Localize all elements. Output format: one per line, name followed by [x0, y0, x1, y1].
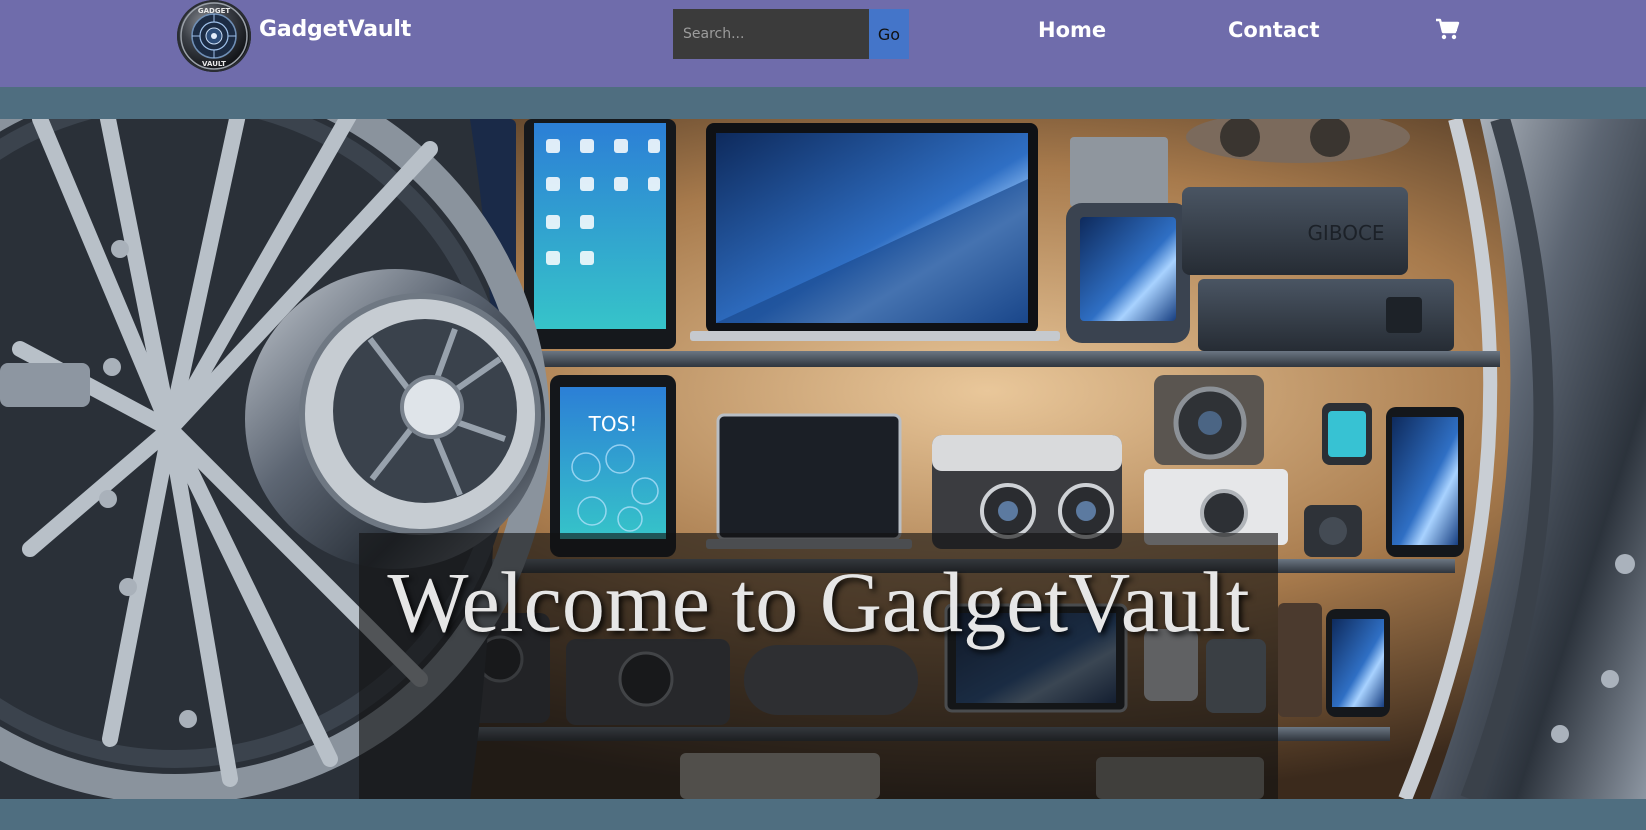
svg-text:GIBOCE: GIBOCE — [1307, 221, 1384, 245]
search-go-button[interactable]: Go — [869, 9, 909, 59]
svg-text:GADGET: GADGET — [198, 7, 231, 15]
shopping-cart-icon[interactable] — [1434, 16, 1460, 42]
brand-name[interactable]: GadgetVault — [259, 17, 411, 42]
page-bottom-strip — [0, 799, 1646, 830]
search-input[interactable] — [673, 9, 869, 59]
svg-text:TOS!: TOS! — [588, 412, 638, 436]
nav-home-link[interactable]: Home — [1038, 18, 1106, 42]
hero-banner: GIBOCE TOS! Welcome to GadgetVault — [0, 119, 1646, 799]
svg-text:VAULT: VAULT — [202, 60, 226, 68]
hero-title: Welcome to GadgetVault — [387, 554, 1250, 650]
site-header: GADGET VAULT GadgetVault Go Home Contact — [0, 0, 1646, 87]
site-logo[interactable]: GADGET VAULT — [177, 0, 251, 72]
nav-contact-link[interactable]: Contact — [1228, 18, 1320, 42]
